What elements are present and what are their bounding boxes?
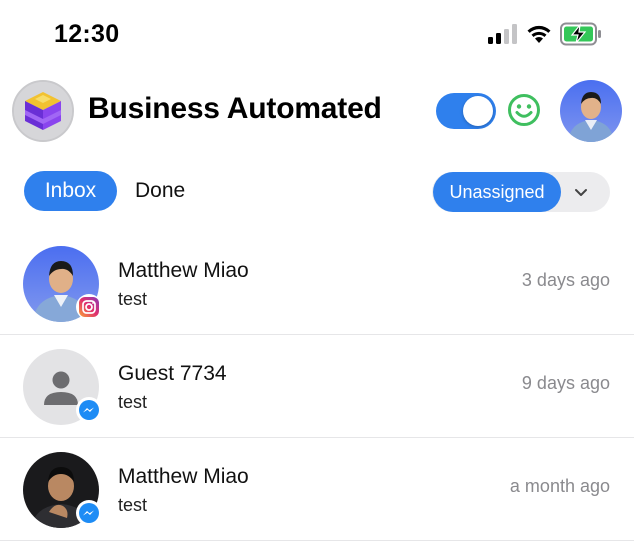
message-time: 3 days ago	[521, 270, 610, 290]
message-time: 9 days ago	[521, 373, 610, 393]
contact-name: Matthew Miao	[118, 465, 249, 488]
availability-toggle[interactable]	[436, 93, 496, 129]
cellular-signal-icon	[488, 24, 517, 44]
message-preview: test	[118, 495, 148, 515]
assignment-filter[interactable]: Unassigned	[432, 172, 610, 212]
filter-bar: Inbox Done Unassigned	[0, 170, 634, 214]
status-bar: 12:30	[0, 0, 634, 70]
battery-charging-icon	[560, 22, 601, 46]
status-time: 12:30	[54, 20, 120, 48]
instagram-badge	[76, 294, 102, 320]
messenger-badge	[76, 500, 102, 526]
conversation-row[interactable]: Matthew Miao test a month ago	[0, 438, 634, 541]
message-time: a month ago	[509, 476, 610, 496]
user-photo-icon	[560, 80, 622, 142]
cube-logo-icon	[14, 82, 72, 140]
assignment-select[interactable]: Unassigned	[433, 172, 561, 212]
instagram-icon	[79, 297, 99, 317]
toggle-knob	[463, 96, 493, 126]
page-title: Business Automated	[88, 92, 382, 125]
contact-name: Guest 7734	[118, 362, 227, 385]
conversation-row[interactable]: Guest 7734 test 9 days ago	[0, 335, 634, 438]
chevron-down-icon[interactable]	[572, 183, 590, 201]
contact-name: Matthew Miao	[118, 259, 249, 282]
smiley-status-icon[interactable]	[507, 93, 541, 127]
messenger-icon	[79, 503, 99, 523]
tab-inbox[interactable]: Inbox	[24, 171, 117, 211]
conversation-list: Matthew Miao test 3 days ago Guest 7734 …	[0, 232, 634, 541]
wifi-icon	[527, 25, 551, 43]
messenger-badge	[76, 397, 102, 423]
messenger-icon	[79, 400, 99, 420]
business-logo[interactable]	[12, 80, 74, 142]
message-preview: test	[118, 289, 148, 309]
tab-done[interactable]: Done	[135, 171, 185, 211]
header: Business Automated	[0, 78, 634, 144]
user-avatar[interactable]	[560, 80, 622, 142]
message-preview: test	[118, 392, 148, 412]
conversation-row[interactable]: Matthew Miao test 3 days ago	[0, 232, 634, 335]
